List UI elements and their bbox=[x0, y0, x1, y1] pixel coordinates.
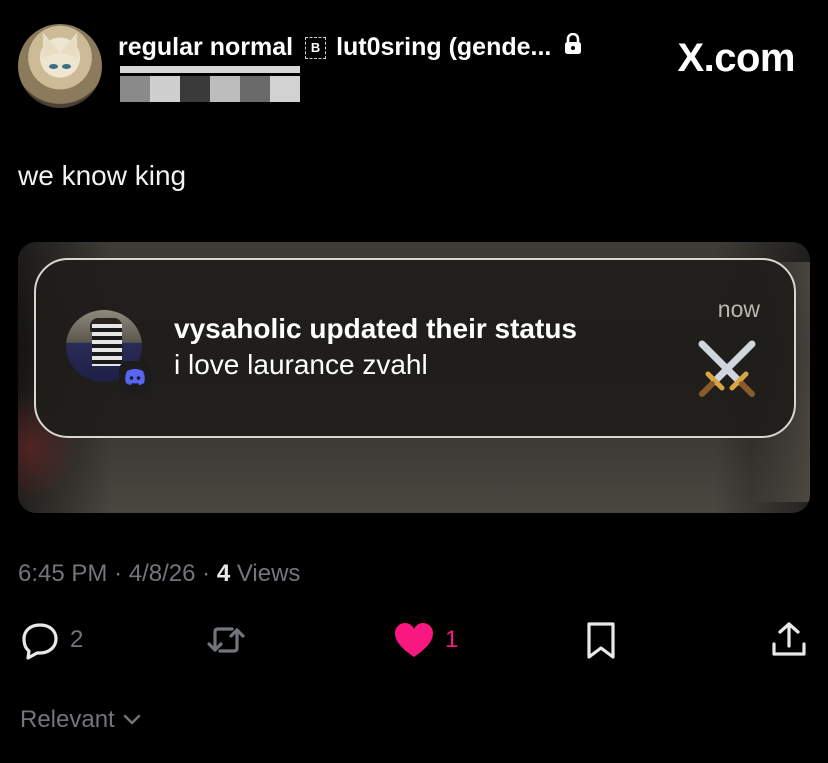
author-handle[interactable]: lut0sring (gende... bbox=[336, 33, 551, 62]
author-header: regular normal B lut0sring (gende... bbox=[118, 32, 583, 62]
tweet-date[interactable]: 4/8/26 bbox=[129, 560, 196, 587]
discord-logo-icon bbox=[125, 369, 145, 385]
heart-icon bbox=[395, 623, 433, 657]
redaction-bar bbox=[120, 66, 300, 73]
repost-icon bbox=[207, 627, 245, 653]
discord-notification: vysaholic updated their status i love la… bbox=[34, 258, 796, 438]
bookmark-button[interactable] bbox=[583, 618, 619, 662]
tweet-text: we know king bbox=[18, 160, 187, 191]
reply-icon bbox=[22, 623, 58, 660]
redaction-block bbox=[210, 76, 240, 102]
avatar-shirt bbox=[92, 324, 122, 366]
reply-count: 2 bbox=[70, 626, 84, 653]
notification-time: now bbox=[717, 296, 760, 322]
redaction-block bbox=[150, 76, 180, 102]
tweet-media[interactable]: vysaholic updated their status i love la… bbox=[18, 242, 810, 513]
redaction-block bbox=[270, 76, 300, 102]
crossed-swords-icon bbox=[698, 340, 756, 397]
meta-separator: · bbox=[114, 560, 123, 587]
bookmark-icon bbox=[587, 622, 615, 659]
badge-b-icon: B bbox=[305, 36, 327, 59]
action-bar: 2 1 bbox=[0, 618, 828, 668]
chevron-down-icon bbox=[123, 714, 140, 725]
meta-separator: · bbox=[202, 560, 211, 587]
repost-button[interactable] bbox=[204, 618, 248, 662]
site-watermark: X.com bbox=[677, 36, 795, 80]
avatar-ear-left bbox=[35, 30, 60, 58]
redaction-block bbox=[180, 76, 210, 102]
notification-title: vysaholic updated their status bbox=[174, 313, 577, 344]
share-button[interactable] bbox=[769, 618, 809, 662]
discord-icon bbox=[119, 361, 151, 393]
avatar-eye-right bbox=[62, 64, 71, 69]
reply-button[interactable]: 2 bbox=[20, 618, 83, 662]
avatar-eye-left bbox=[49, 64, 58, 69]
tweet-meta: 6:45 PM · 4/8/26 · 4 Views bbox=[18, 560, 300, 588]
redaction-block bbox=[120, 76, 150, 102]
redacted-area bbox=[120, 66, 300, 102]
avatar-ear-right bbox=[61, 30, 86, 58]
sort-dropdown[interactable]: Relevant bbox=[20, 706, 141, 734]
like-button[interactable]: 1 bbox=[393, 618, 458, 662]
sort-label: Relevant bbox=[20, 706, 115, 733]
lock-icon bbox=[565, 32, 582, 54]
views-label: Views bbox=[236, 560, 301, 587]
author-avatar[interactable] bbox=[18, 24, 102, 108]
author-display-name[interactable]: regular normal bbox=[118, 33, 293, 62]
tweet-time[interactable]: 6:45 PM bbox=[18, 560, 107, 587]
views-count: 4 bbox=[216, 560, 231, 587]
like-count: 1 bbox=[445, 626, 459, 653]
share-icon bbox=[772, 622, 806, 656]
notification-body: i love laurance zvahl bbox=[174, 349, 428, 380]
redaction-block bbox=[240, 76, 270, 102]
